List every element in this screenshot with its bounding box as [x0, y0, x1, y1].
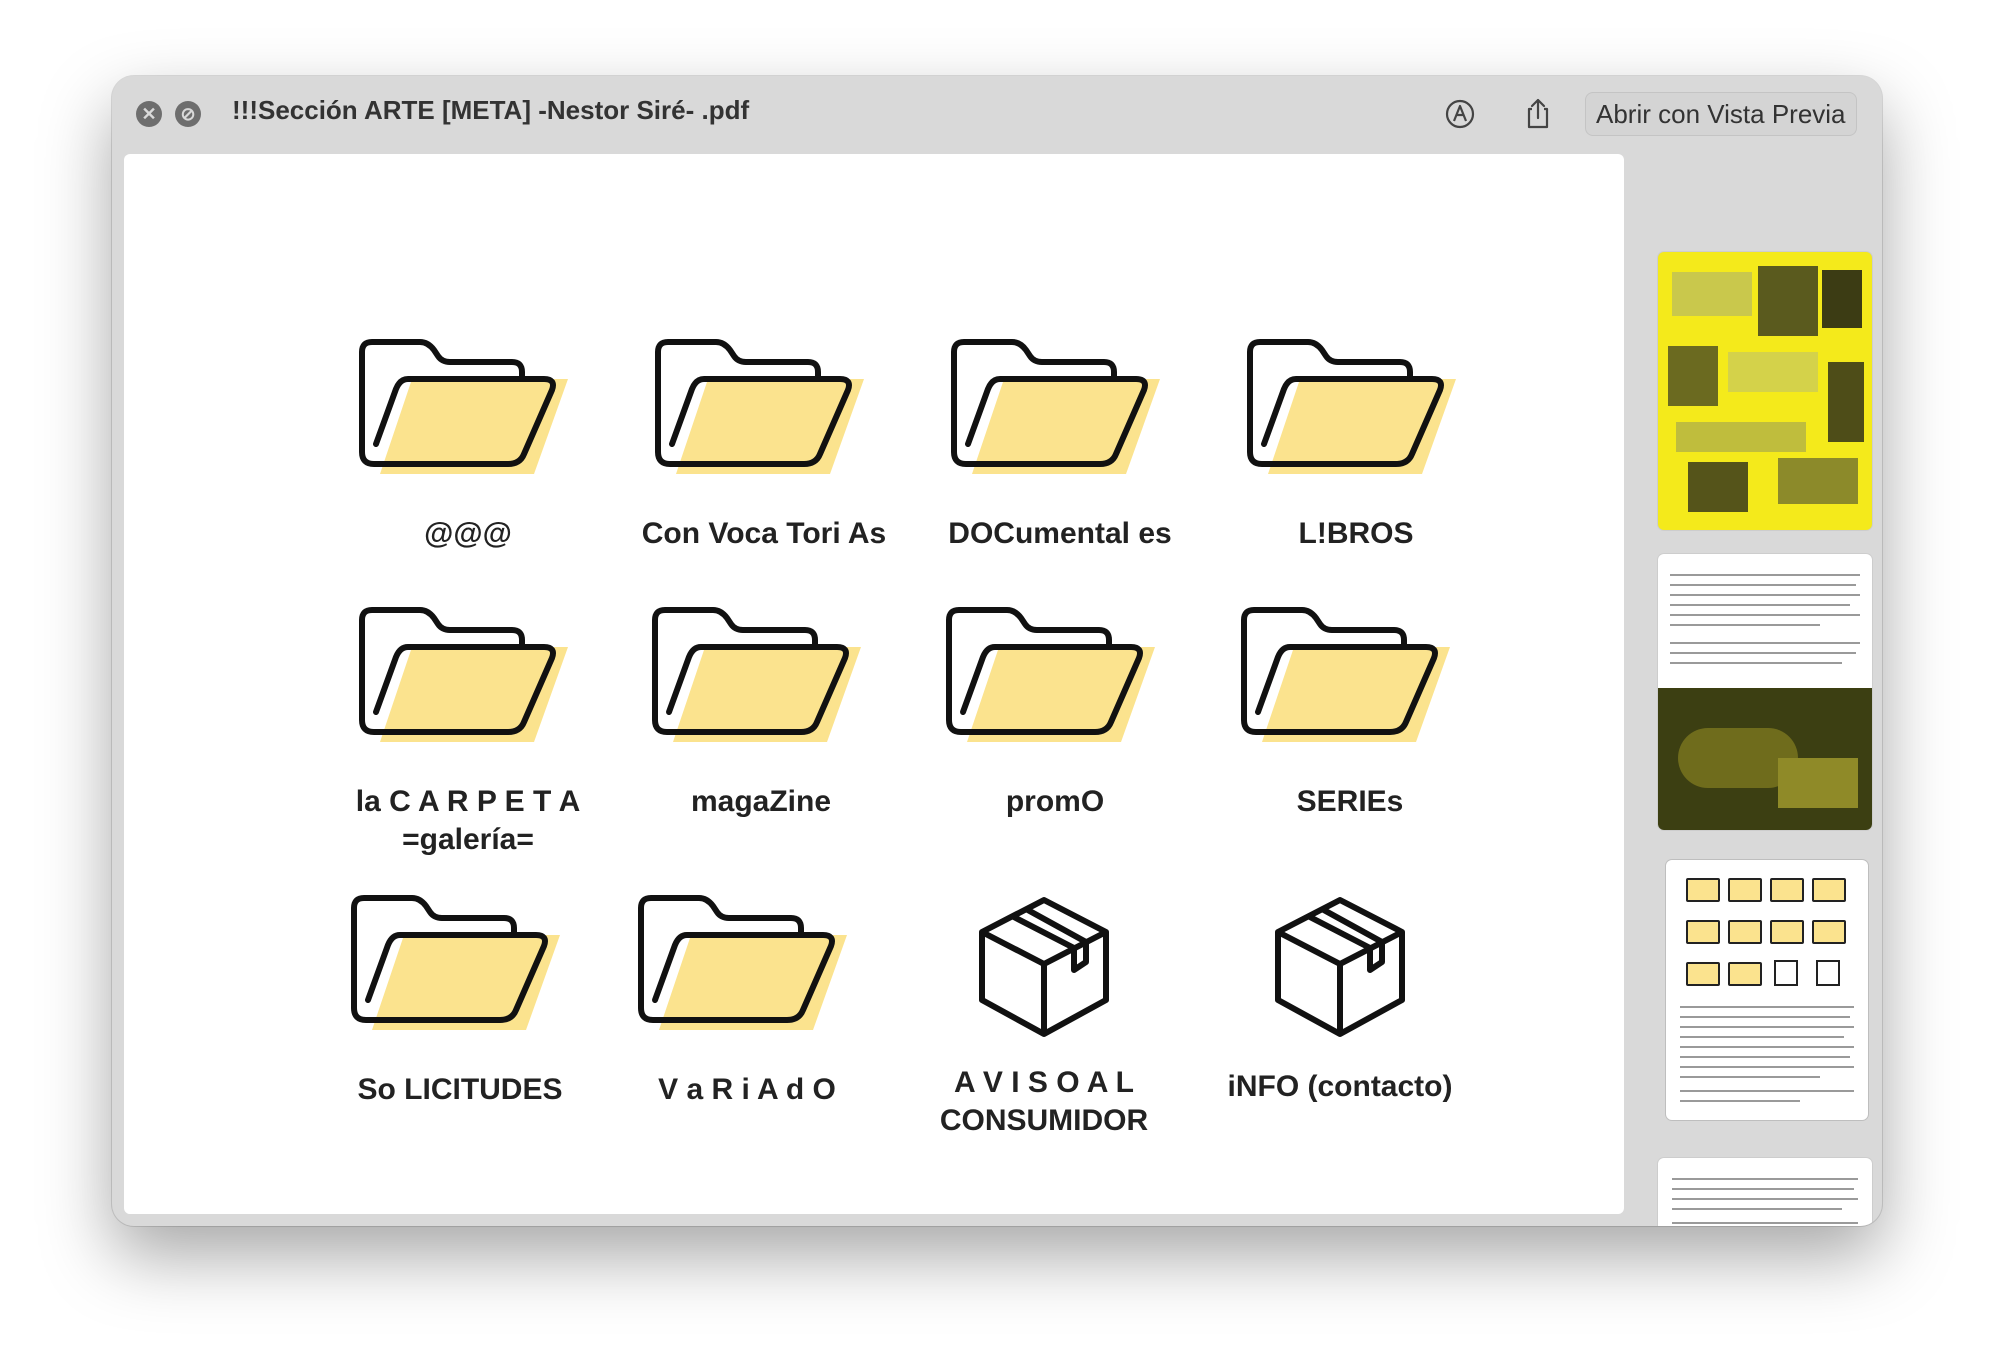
markup-icon[interactable] — [1442, 96, 1478, 132]
thumb-text-line — [1670, 662, 1842, 664]
page-thumbnail-4[interactable] — [1658, 1158, 1872, 1226]
folder-item[interactable]: Con Voca Tori As — [614, 334, 914, 553]
thumb-photo — [1778, 458, 1858, 504]
item-label: V a R i A d O — [658, 1073, 836, 1106]
item-label: DOCumental es — [948, 517, 1172, 550]
thumb-photo — [1822, 270, 1862, 328]
close-button[interactable]: ✕ — [136, 101, 162, 127]
thumb-folder — [1812, 920, 1846, 944]
thumb-text-line — [1680, 1090, 1854, 1092]
block-icon: ⊘ — [180, 103, 196, 124]
thumb-text-line — [1670, 584, 1856, 586]
box-item[interactable]: A V I S O A L CONSUMIDOR — [894, 892, 1194, 1140]
close-icon: ✕ — [141, 103, 157, 124]
box-item[interactable]: iNFO (contacto) — [1190, 892, 1490, 1106]
thumb-text-line — [1670, 594, 1860, 596]
thumb-photo — [1668, 346, 1718, 406]
thumb-block — [1672, 272, 1752, 316]
thumb-folder — [1728, 962, 1762, 986]
folder-icon — [359, 339, 568, 474]
thumb-text-line — [1680, 1036, 1844, 1038]
thumb-folder — [1770, 878, 1804, 902]
thumb-folder — [1812, 878, 1846, 902]
folder-icon — [1247, 339, 1456, 474]
thumb-folder — [1686, 962, 1720, 986]
thumb-photo-detail — [1778, 758, 1858, 808]
thumb-folder — [1728, 920, 1762, 944]
item-label: So LICITUDES — [357, 1073, 563, 1106]
thumb-text-line — [1670, 614, 1860, 616]
folder-item[interactable]: magaZine — [611, 602, 911, 821]
item-label: magaZine — [690, 785, 832, 818]
item-label: SERIEs — [1296, 785, 1404, 818]
thumb-text-line — [1670, 604, 1850, 606]
folder-icon — [638, 895, 847, 1030]
folder-item[interactable]: V a R i A d O — [597, 890, 897, 1109]
thumb-photo — [1828, 362, 1864, 442]
folder-item[interactable]: L!BROS — [1206, 334, 1506, 553]
folder-icon — [946, 607, 1155, 742]
share-icon[interactable] — [1520, 96, 1556, 132]
folder-item[interactable]: DOCumental es — [910, 334, 1210, 553]
thumb-folder — [1728, 878, 1762, 902]
pdf-preview-window: ✕ ⊘ !!!Sección ARTE [META] -Nestor Siré-… — [112, 76, 1882, 1226]
thumb-text-line — [1680, 1016, 1850, 1018]
thumb-box — [1774, 960, 1798, 986]
open-with-preview-button[interactable]: Abrir con Vista Previa — [1585, 92, 1857, 136]
item-label: @@@ — [424, 517, 512, 550]
disabled-button[interactable]: ⊘ — [175, 101, 201, 127]
thumb-photo — [1758, 266, 1818, 336]
thumb-text-line — [1672, 1178, 1858, 1180]
folder-item[interactable]: SERIEs — [1200, 602, 1500, 821]
item-label: Con Voca Tori As — [641, 517, 887, 550]
thumb-text-line — [1680, 1100, 1800, 1102]
thumb-text-line — [1672, 1198, 1858, 1200]
thumb-text-line — [1672, 1208, 1842, 1210]
thumb-block — [1676, 422, 1806, 452]
folder-item[interactable]: promO — [905, 602, 1205, 821]
title-bar: ✕ ⊘ !!!Sección ARTE [META] -Nestor Siré-… — [112, 76, 1882, 152]
folder-icon — [351, 895, 560, 1030]
thumb-text-line — [1672, 1188, 1854, 1190]
folder-icon — [652, 607, 861, 742]
thumb-text-line — [1670, 574, 1860, 576]
thumb-text-line — [1680, 1056, 1850, 1058]
folder-item[interactable]: @@@ — [318, 334, 618, 553]
window-title: !!!Sección ARTE [META] -Nestor Siré- .pd… — [232, 95, 750, 125]
thumbnail-sidebar — [1636, 154, 1882, 1226]
thumb-text-line — [1670, 652, 1856, 654]
thumb-text-line — [1672, 1222, 1858, 1224]
item-label: iNFO (contacto) — [1227, 1070, 1453, 1103]
pdf-page: @@@ Con Voca Tori As DOCumental es L!BRO… — [124, 154, 1624, 1214]
folder-icon — [951, 339, 1160, 474]
box-icon — [979, 897, 1109, 1037]
thumb-photo — [1658, 688, 1872, 830]
thumb-folder — [1686, 878, 1720, 902]
page-thumbnail-2[interactable] — [1658, 554, 1872, 830]
item-label: promO — [1005, 785, 1105, 818]
page-thumbnail-3[interactable] — [1666, 860, 1868, 1120]
item-label: L!BROS — [1298, 517, 1414, 550]
box-icon — [1275, 897, 1405, 1037]
thumb-text-line — [1670, 642, 1860, 644]
page-thumbnail-1[interactable] — [1658, 252, 1872, 530]
thumb-folder — [1686, 920, 1720, 944]
thumb-block — [1728, 352, 1818, 392]
thumb-text-line — [1680, 1066, 1854, 1068]
thumb-text-line — [1680, 1026, 1854, 1028]
folder-item[interactable]: la C A R P E T A =galería= — [318, 602, 618, 859]
folder-icon — [1241, 607, 1450, 742]
thumb-photo — [1688, 462, 1748, 512]
thumb-text-line — [1670, 624, 1820, 626]
thumb-text-line — [1680, 1006, 1854, 1008]
folder-icon — [655, 339, 864, 474]
thumb-box — [1816, 960, 1840, 986]
item-label: A V I S O A L CONSUMIDOR — [939, 1066, 1149, 1137]
folder-icon — [359, 607, 568, 742]
item-label: la C A R P E T A =galería= — [355, 785, 581, 856]
thumb-text-line — [1680, 1076, 1820, 1078]
folder-item[interactable]: So LICITUDES — [310, 890, 610, 1109]
thumb-text-line — [1680, 1046, 1854, 1048]
thumb-folder — [1770, 920, 1804, 944]
